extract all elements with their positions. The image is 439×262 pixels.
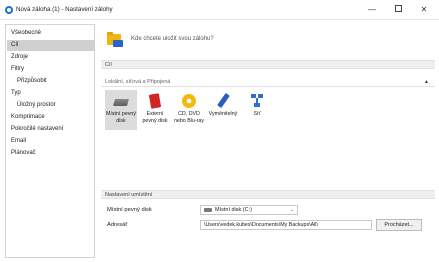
sidebar-item-zdroje[interactable]: Zdroje xyxy=(7,52,95,63)
sidebar-item-ulozny-prostor[interactable]: Úložný prostor xyxy=(7,100,95,111)
destination-network[interactable]: Síť xyxy=(241,90,273,130)
section-header-target: Cíl xyxy=(101,60,435,69)
destination-label: CD, DVD nebo Blu-ray xyxy=(173,111,205,124)
app-icon xyxy=(5,6,13,14)
maximize-icon xyxy=(394,5,402,13)
settings-sidebar: Všeobecné Cíl Zdroje Filtry Přizpůsobit … xyxy=(5,24,95,258)
destination-label: Místní pevný disk xyxy=(105,111,137,124)
drive-label: Místní pevný disk xyxy=(107,207,152,213)
destination-removable[interactable]: Vyměnitelný xyxy=(207,90,239,130)
browse-button[interactable]: Procházet... xyxy=(376,219,422,231)
sidebar-item-email[interactable]: Email xyxy=(7,136,95,147)
drive-select[interactable]: Místní disk (C:) ⌄ xyxy=(200,205,298,215)
title-bar: Nová záloha (1) - Nastavení zálohy — ✕ xyxy=(0,0,439,20)
hard-disk-icon xyxy=(113,93,129,109)
network-icon xyxy=(249,93,265,109)
window-title: Nová záloha (1) - Nastavení zálohy xyxy=(16,6,113,13)
destination-optical-disc[interactable]: CD, DVD nebo Blu-ray xyxy=(173,90,205,130)
sidebar-item-typ[interactable]: Typ xyxy=(7,88,95,99)
group-header-local[interactable]: Lokální, síťová a Připojená ▲ xyxy=(101,78,435,87)
minimize-button[interactable]: — xyxy=(359,0,385,20)
destination-label: Síť xyxy=(253,111,261,117)
folder-disk-icon xyxy=(107,30,125,48)
sidebar-item-cil[interactable]: Cíl xyxy=(7,40,95,51)
destination-label: Externí pevný disk xyxy=(142,111,168,124)
drive-icon xyxy=(204,208,212,212)
optical-disc-icon xyxy=(181,93,197,109)
chevron-down-icon: ⌄ xyxy=(289,207,294,213)
settings-content: Kde chcete uložit svou zálohu? Cíl Lokál… xyxy=(101,24,435,258)
collapse-up-icon[interactable]: ▲ xyxy=(424,78,429,87)
sidebar-item-filtry[interactable]: Filtry xyxy=(7,64,95,75)
sidebar-item-pokrocile-nastaveni[interactable]: Pokročilé nastavení xyxy=(7,124,95,135)
maximize-button[interactable] xyxy=(385,0,411,20)
usb-drive-icon xyxy=(215,92,231,109)
section-header-location: Nastavení umístění xyxy=(101,190,435,199)
sidebar-item-komprimace[interactable]: Komprimace xyxy=(7,112,95,123)
destination-external-disk[interactable]: Externí pevný disk xyxy=(139,90,171,130)
drive-select-value: Místní disk (C:) xyxy=(215,207,252,213)
address-input[interactable]: \Users\vedek.kubes\Documents\My Backups\… xyxy=(200,220,372,230)
close-button[interactable]: ✕ xyxy=(411,0,437,20)
group-header-label: Lokální, síťová a Připojená xyxy=(105,79,171,85)
external-disk-icon xyxy=(147,93,163,109)
address-label: Adresář xyxy=(107,222,128,228)
sidebar-item-prizpusobit[interactable]: Přizpůsobit xyxy=(7,76,95,87)
destination-local-disk[interactable]: Místní pevný disk xyxy=(105,90,137,130)
page-question: Kde chcete uložit svou zálohu? xyxy=(131,36,214,42)
sidebar-item-vseobecne[interactable]: Všeobecné xyxy=(7,28,95,39)
destination-label: Vyměnitelný xyxy=(208,111,238,117)
sidebar-item-planovac[interactable]: Plánovač xyxy=(7,148,95,159)
